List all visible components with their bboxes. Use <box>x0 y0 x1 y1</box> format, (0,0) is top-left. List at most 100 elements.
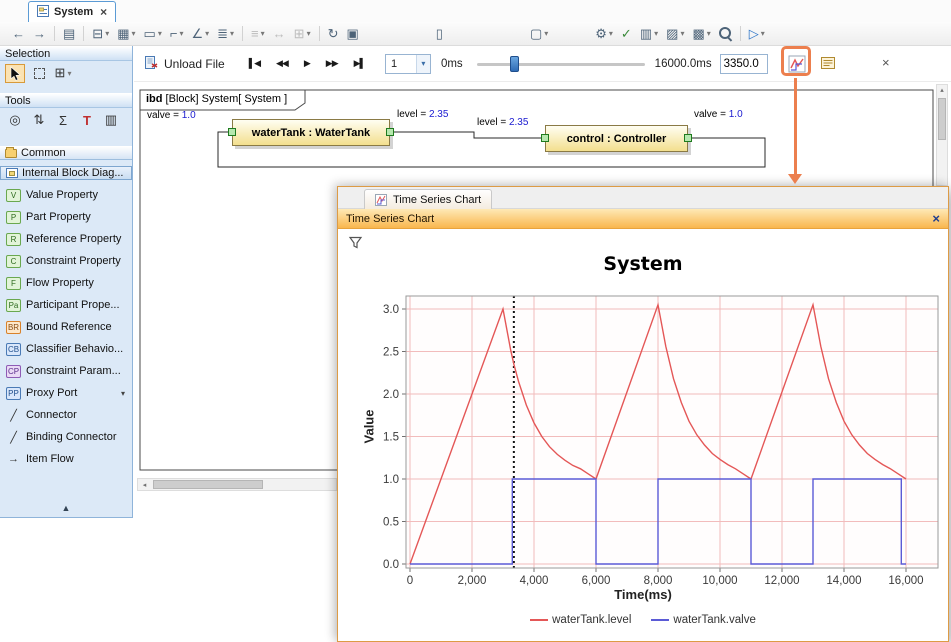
current-time-input[interactable] <box>720 54 768 74</box>
unload-file-label: Unload File <box>164 57 225 71</box>
unload-file-icon <box>144 55 158 73</box>
horizontal-scrollbar[interactable]: ◂ <box>137 478 337 491</box>
palette-item-proxy-port[interactable]: PPProxy Port▾ <box>0 382 132 404</box>
palette-item-icon: CP <box>6 365 21 378</box>
chevron-down-icon[interactable]: ▾ <box>416 55 430 73</box>
connector-level[interactable] <box>390 132 541 138</box>
palette-item-icon: F <box>6 277 21 290</box>
table-icon[interactable]: ▩▾ <box>689 24 713 44</box>
palette-item-icon: ╱ <box>6 409 21 422</box>
forward-icon[interactable]: → <box>30 24 49 44</box>
pattern-icon[interactable]: ▨▾ <box>663 24 687 44</box>
document-tab-bar: System × <box>0 0 951 22</box>
palette-group-internal-block-diagram[interactable]: Internal Block Diag... <box>0 166 132 180</box>
sum-tool-icon[interactable]: Σ <box>53 111 73 130</box>
document-tab-system[interactable]: System × <box>28 1 116 22</box>
simulation-config-button[interactable] <box>820 55 836 74</box>
note-icon[interactable]: ▭▾ <box>141 24 165 44</box>
gear-icon[interactable]: ⚙▾ <box>592 24 616 44</box>
vertical-scrollbar[interactable]: ▴ <box>936 84 948 186</box>
legend-swatch <box>651 619 669 621</box>
port-watertank-level-out[interactable] <box>386 128 394 136</box>
chevron-down-icon: ▾ <box>158 29 162 38</box>
refresh-icon[interactable]: ↻ <box>325 24 342 44</box>
palette-item-participant-prope[interactable]: PaParticipant Prope... <box>0 294 132 316</box>
port-controller-level-in[interactable] <box>541 134 549 142</box>
horizontal-scrollbar-thumb[interactable] <box>153 480 263 489</box>
time-slider-handle[interactable] <box>510 56 519 72</box>
palette-item-binding-connector[interactable]: ╱Binding Connector <box>0 426 132 448</box>
palette-item-label: Connector <box>26 409 77 421</box>
sidebar-collapse-button[interactable]: ▲ <box>0 503 132 513</box>
time-slider[interactable] <box>477 54 645 74</box>
skip-to-start-button[interactable]: ▌◀ <box>241 55 268 72</box>
plot-background <box>406 296 938 568</box>
legend-label: waterTank.level <box>552 614 631 626</box>
simulation-close-button[interactable]: × <box>882 55 890 70</box>
oblique-path-icon[interactable]: ∠▾ <box>188 24 212 44</box>
port-watertank-valve-in[interactable] <box>228 128 236 136</box>
block-watertank[interactable]: waterTank : WaterTank <box>232 119 390 146</box>
scroll-up-icon[interactable]: ▴ <box>937 85 947 96</box>
scroll-left-icon[interactable]: ◂ <box>138 481 151 489</box>
text-tool-icon[interactable]: T <box>77 111 97 130</box>
layout-icon[interactable]: ≣▾ <box>214 24 237 44</box>
chevron-down-icon[interactable]: ▾ <box>121 389 125 398</box>
document-tab-close-icon[interactable]: × <box>100 5 107 19</box>
skip-to-end-button[interactable]: ▶▌ <box>346 55 373 72</box>
palette-item-value-property[interactable]: VValue Property <box>0 184 132 206</box>
palette-item-flow-property[interactable]: FFlow Property <box>0 272 132 294</box>
palette-item-reference-property[interactable]: RReference Property <box>0 228 132 250</box>
palette-item-constraint-property[interactable]: CConstraint Property <box>0 250 132 272</box>
comment-icon[interactable]: ▢▾ <box>527 24 551 44</box>
rectilinear-path-icon[interactable]: ⌐▾ <box>167 24 187 44</box>
palette-item-connector[interactable]: ╱ Connector <box>0 404 132 426</box>
palette-item-classifier-behavio[interactable]: CBClassifier Behavio... <box>0 338 132 360</box>
speed-value: 1 <box>386 58 416 70</box>
vertical-scrollbar-thumb[interactable] <box>938 98 946 140</box>
internal-block-diagram-icon <box>6 168 18 178</box>
block-controller[interactable]: control : Controller <box>545 125 688 152</box>
palette-group-common[interactable]: Common <box>0 146 132 160</box>
time-end-label: 16000.0ms <box>655 58 712 70</box>
compartments-icon[interactable]: ▦▾ <box>114 24 138 44</box>
palette-item-bound-reference[interactable]: BRBound Reference <box>0 316 132 338</box>
unload-file-button[interactable]: Unload File <box>144 55 225 73</box>
speed-select[interactable]: 1 ▾ <box>385 54 431 74</box>
diagram-frame-title: ibd [Block] System[ System ] <box>146 93 287 105</box>
report-icon[interactable]: ▥▾ <box>637 24 661 44</box>
paste-icon[interactable]: ▯ <box>433 24 446 44</box>
run-icon[interactable]: ▷▾ <box>746 24 768 44</box>
containment-icon[interactable]: ▤ <box>60 24 78 44</box>
selection-panel-header: Selection <box>0 46 132 61</box>
value-label-level-out: level = 2.35 <box>397 109 448 120</box>
fast-forward-button[interactable]: ▶▶ <box>318 55 346 72</box>
x-tick-label: 14,000 <box>826 575 861 587</box>
play-button[interactable]: ▶ <box>296 55 318 72</box>
palette-item-constraint-param[interactable]: CPConstraint Param... <box>0 360 132 382</box>
x-axis-label: Time(ms) <box>338 587 948 602</box>
columns-tool-icon[interactable]: ▥ <box>101 111 121 130</box>
cursor-tool-icon[interactable] <box>5 64 25 83</box>
image-shape-icon[interactable]: ▣ <box>343 24 361 44</box>
palette-item-icon: V <box>6 189 21 202</box>
check-icon[interactable]: ✓ <box>618 24 635 44</box>
palette-item-label: Item Flow <box>26 453 74 465</box>
x-tick-label: 12,000 <box>764 575 799 587</box>
diagram-aspects-icon[interactable]: ⊟▾ <box>89 24 112 44</box>
marquee-tool-icon[interactable] <box>29 64 49 83</box>
time-start-label: 0ms <box>441 58 463 70</box>
back-icon[interactable]: ← <box>9 24 28 44</box>
palette-item-item-flow[interactable]: →Item Flow <box>0 448 132 470</box>
step-back-button[interactable]: ◀◀ <box>268 55 296 72</box>
swap-tool-icon[interactable]: ⇅ <box>29 111 49 130</box>
legend-item: waterTank.valve <box>651 614 755 626</box>
sticky-tool-icon[interactable]: ◎ <box>5 111 25 130</box>
time-series-chart-button[interactable] <box>786 53 808 75</box>
zoom-icon[interactable] <box>716 24 735 44</box>
chevron-down-icon: ▾ <box>680 29 684 38</box>
time-slider-track[interactable] <box>477 63 645 66</box>
port-controller-valve-out[interactable] <box>684 134 692 142</box>
snap-grid-tool-icon[interactable]: ⊞▾ <box>53 64 73 83</box>
palette-item-part-property[interactable]: PPart Property <box>0 206 132 228</box>
